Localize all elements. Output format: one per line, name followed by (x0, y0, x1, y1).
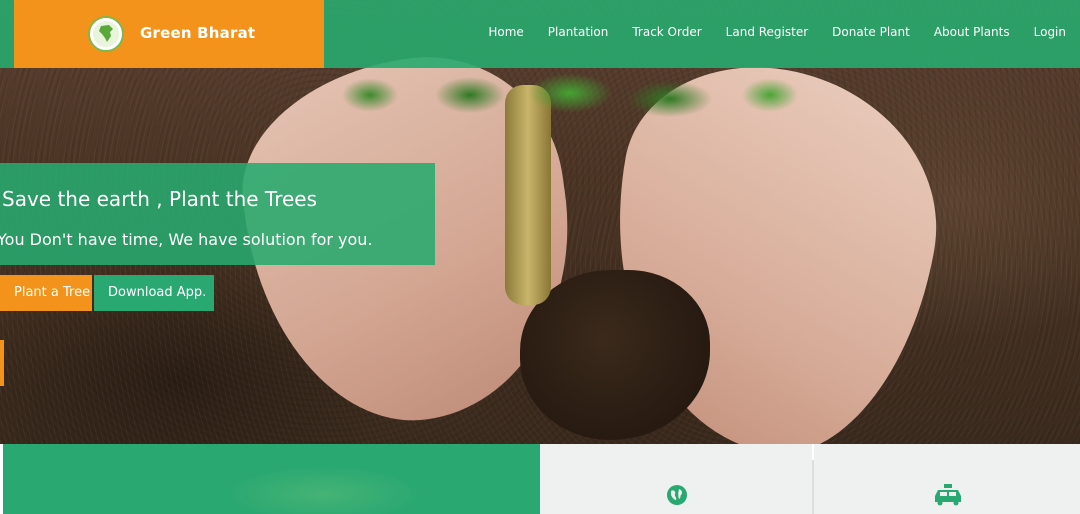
feature-card-globe[interactable] (540, 444, 812, 514)
nav-track-order[interactable]: Track Order (632, 25, 701, 39)
feature-green-panel (3, 444, 540, 514)
india-map-globe-icon[interactable] (88, 16, 124, 52)
taxi-icon (934, 484, 961, 506)
brand-name[interactable]: Green Bharat (140, 24, 255, 42)
nav-land-register[interactable]: Land Register (726, 25, 808, 39)
slider-indicator[interactable] (0, 340, 4, 386)
globe-icon (666, 484, 688, 506)
hero-headline: Save the earth , Plant the Trees (2, 187, 318, 211)
nav-about-plants[interactable]: About Plants (934, 25, 1010, 39)
download-app-button[interactable]: Download App. (94, 275, 214, 311)
main-nav: Home Plantation Track Order Land Registe… (464, 25, 1066, 39)
feature-card-taxi[interactable] (814, 444, 1080, 514)
hero-subline: You Don't have time, We have solution fo… (0, 230, 373, 249)
leaf-pattern (173, 454, 473, 514)
nav-plantation[interactable]: Plantation (548, 25, 609, 39)
top-navbar: Green Bharat Home Plantation Track Order… (0, 0, 1080, 68)
plant-a-tree-button[interactable]: Plant a Tree (0, 275, 92, 311)
nav-home[interactable]: Home (488, 25, 523, 39)
hero-caption: Save the earth , Plant the Trees You Don… (0, 163, 435, 265)
nav-donate-plant[interactable]: Donate Plant (832, 25, 910, 39)
feature-strip (0, 444, 1080, 514)
tree-foliage-image (330, 65, 810, 135)
nav-login[interactable]: Login (1034, 25, 1066, 39)
